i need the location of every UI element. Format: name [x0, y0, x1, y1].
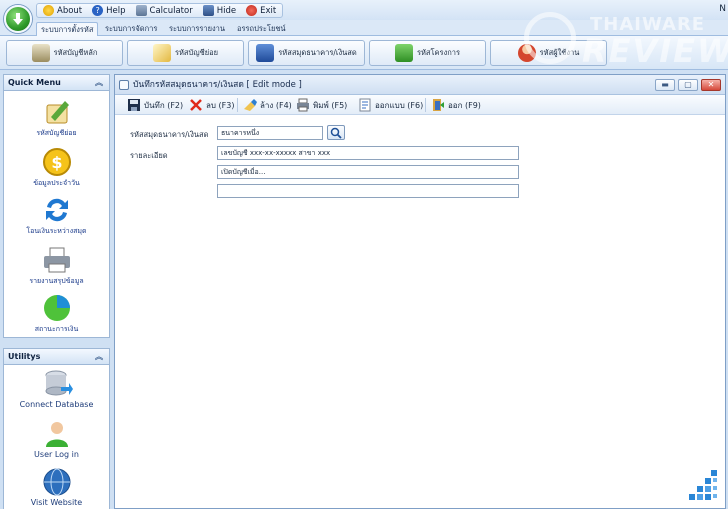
- power-icon: [246, 5, 258, 16]
- sub-account-code-button[interactable]: รหัสบัญชีย่อย: [127, 40, 244, 66]
- exit-window-button[interactable]: ออก (F9): [431, 97, 481, 113]
- tab-code-system[interactable]: ระบบการตั้งรหัส: [36, 22, 99, 36]
- window-toolbar: บันทึก (F2) ลบ (F3) ล้าง (F4) พิมพ์ (F5): [115, 95, 725, 115]
- delete-button[interactable]: ลบ (F3): [189, 97, 234, 113]
- quick-menu-summary-report[interactable]: รายงานสรุปข้อมูล: [4, 245, 109, 287]
- window-title-bar[interactable]: บันทึกรหัสสมุดธนาคาร/เงินสด [ Edit mode …: [115, 75, 725, 95]
- about-button[interactable]: About: [43, 5, 82, 16]
- user-icon: [517, 44, 536, 62]
- restore-button[interactable]: ▢: [678, 79, 698, 91]
- design-button[interactable]: ออกแบบ (F6): [358, 97, 423, 113]
- print-icon: [296, 98, 310, 112]
- help-button[interactable]: ? Help: [92, 5, 126, 16]
- user-login-icon: [41, 419, 73, 449]
- detail-line3-input[interactable]: [217, 184, 519, 198]
- pen-note-icon: [41, 97, 73, 127]
- calculator-icon: [135, 5, 147, 16]
- save-button[interactable]: บันทึก (F2): [127, 97, 183, 113]
- utilities-panel: Utilitys ︽ Connect Database User Log in …: [3, 348, 110, 509]
- detail-line1-input[interactable]: เลขบัญชี xxx-xx-xxxxx สาขา xxx: [217, 146, 519, 160]
- quick-menu-financial-status[interactable]: สถานะการเงิน: [4, 293, 109, 335]
- calculator-button[interactable]: Calculator: [135, 5, 193, 16]
- quick-menu-transfer[interactable]: โอนเงินระหว่างสมุด: [4, 195, 109, 237]
- print-button[interactable]: พิมพ์ (F5): [296, 97, 347, 113]
- design-icon: [358, 98, 372, 112]
- top-right-letter: N: [719, 4, 726, 14]
- clear-icon: [243, 98, 257, 112]
- edit-window: บันทึกรหัสสมุดธนาคาร/เงินสด [ Edit mode …: [114, 74, 726, 509]
- tab-management[interactable]: ระบบการจัดการ: [101, 22, 161, 36]
- search-icon: [330, 127, 342, 139]
- arrow-down-icon: [13, 13, 23, 25]
- quick-menu-header[interactable]: Quick Menu ︽: [4, 75, 109, 91]
- ribbon: รหัสบัญชีหลัก รหัสบัญชีย่อย รหัสสมุดธนาค…: [0, 36, 728, 70]
- utility-connect-database[interactable]: Connect Database: [4, 369, 109, 409]
- ledger-icon: [31, 44, 50, 62]
- collapse-icon[interactable]: ︽: [95, 75, 103, 90]
- coin-icon: $: [41, 147, 73, 177]
- star-icon: [43, 5, 54, 16]
- save-icon: [127, 98, 141, 112]
- tab-utilities[interactable]: อรรถประโยชน์: [233, 22, 290, 36]
- detail-label: รายละเอียด: [130, 151, 168, 160]
- detail-line2-input[interactable]: เปิดบัญชีเมื่อ...: [217, 165, 519, 179]
- resize-grip-icon[interactable]: [685, 468, 719, 502]
- main-account-code-button[interactable]: รหัสบัญชีหลัก: [6, 40, 123, 66]
- project-code-button[interactable]: รหัสโครงการ: [369, 40, 486, 66]
- pie-chart-icon: [41, 293, 73, 323]
- tab-reports[interactable]: ระบบการรายงาน: [165, 22, 229, 36]
- clear-button[interactable]: ล้าง (F4): [243, 97, 292, 113]
- hide-button[interactable]: Hide: [202, 5, 236, 16]
- help-icon: ?: [92, 5, 104, 16]
- quick-menu-panel: Quick Menu ︽ รหัสบัญชีย่อย $ ข้อมูลประจำ…: [3, 74, 110, 338]
- toolbar-separator: [237, 98, 238, 112]
- database-icon: [41, 369, 73, 399]
- app-menu-button[interactable]: [4, 5, 32, 33]
- bankbook-code-input[interactable]: ธนาคารหนึ่ง: [217, 126, 323, 140]
- sidebar: Quick Menu ︽ รหัสบัญชีย่อย $ ข้อมูลประจำ…: [0, 70, 112, 509]
- globe-icon: [41, 467, 73, 497]
- pen-note-icon: [152, 44, 171, 62]
- utility-user-login[interactable]: User Log in: [4, 419, 109, 459]
- bankbook-code-label: รหัสสมุดธนาคาร/เงินสด: [130, 130, 209, 139]
- bankbook-icon: [256, 44, 275, 62]
- bankbook-code-button[interactable]: รหัสสมุดธนาคาร/เงินสด: [248, 40, 365, 66]
- window-icon: [119, 80, 129, 90]
- toolbar-separator: [425, 98, 426, 112]
- ribbon-tabs: ระบบการตั้งรหัส ระบบการจัดการ ระบบการราย…: [0, 20, 728, 36]
- edit-form: รหัสสมุดธนาคาร/เงินสด ธนาคารหนึ่ง รายละเ…: [115, 116, 725, 508]
- quick-menu-daily-data[interactable]: $ ข้อมูลประจำวัน: [4, 147, 109, 189]
- delete-icon: [189, 98, 203, 112]
- cubes-icon: [394, 44, 413, 62]
- printer-icon: [41, 245, 73, 275]
- quick-access-items: About ? Help Calculator Hide Exit: [36, 3, 284, 18]
- minimize-button[interactable]: ▬: [655, 79, 675, 91]
- exit-icon: [431, 98, 445, 112]
- utilities-header[interactable]: Utilitys ︽: [4, 349, 109, 365]
- svg-text:$: $: [51, 153, 62, 172]
- window-title: บันทึกรหัสสมุดธนาคาร/เงินสด [ Edit mode …: [133, 80, 302, 90]
- lookup-button[interactable]: [327, 125, 345, 140]
- utility-visit-website[interactable]: Visit Website: [4, 467, 109, 507]
- quick-access-bar: About ? Help Calculator Hide Exit N: [0, 0, 728, 20]
- quick-menu-sub-account[interactable]: รหัสบัญชีย่อย: [4, 97, 109, 139]
- collapse-icon[interactable]: ︽: [95, 349, 103, 364]
- close-button[interactable]: ✕: [701, 79, 721, 91]
- monitor-icon: [202, 5, 214, 16]
- exit-button[interactable]: Exit: [246, 5, 276, 16]
- user-code-button[interactable]: รหัสผู้ใช้งาน: [490, 40, 607, 66]
- transfer-arrows-icon: [41, 195, 73, 225]
